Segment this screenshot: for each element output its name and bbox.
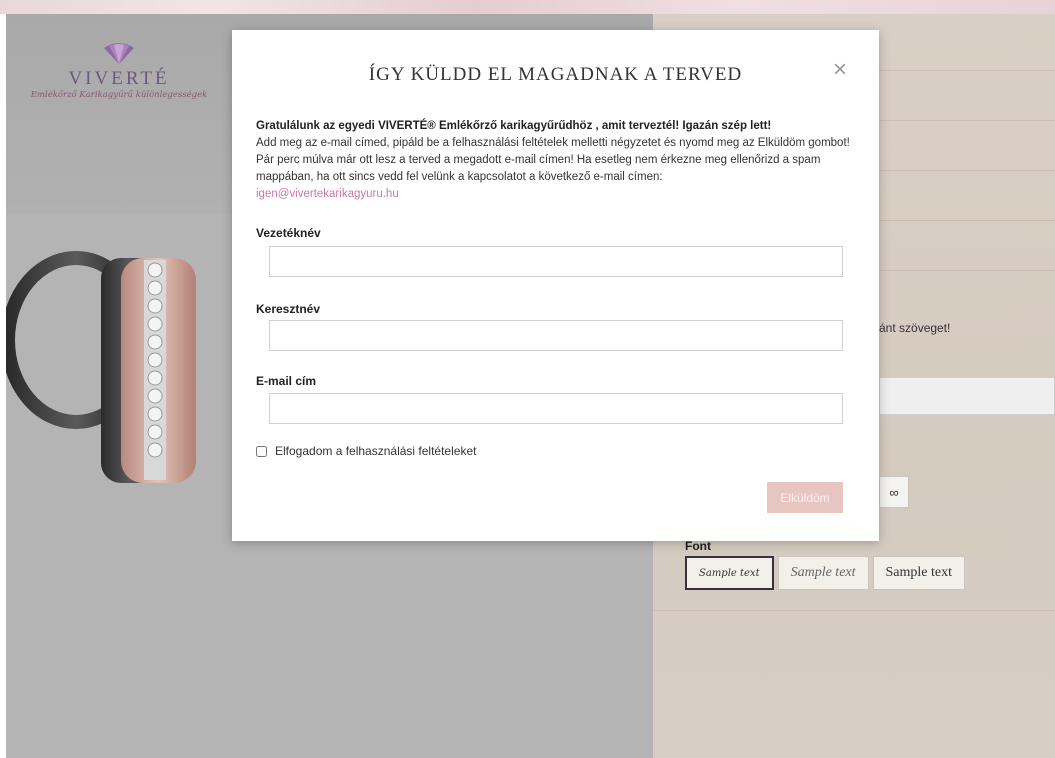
submit-button[interactable]: Elküldöm [767, 482, 843, 513]
font-option-italic[interactable]: Sample text [777, 556, 869, 590]
terms-row[interactable]: Elfogadom a felhasználási feltételeket [256, 444, 476, 458]
engraving-text-input[interactable] [879, 377, 1055, 415]
font-label: Font [685, 539, 711, 553]
firstname-label: Keresztnév [256, 302, 321, 316]
font-option-script[interactable]: Sample text [685, 556, 774, 590]
infinity-symbol-button[interactable]: ∞ [879, 476, 909, 508]
lastname-label: Vezetéknév [256, 226, 321, 240]
brand-name: VIVERTÉ [68, 68, 170, 89]
intro-lead: Gratulálunk az egyedi VIVERTÉ® Emlékőrző… [256, 120, 772, 132]
ring-preview-image [1, 240, 232, 490]
email-input[interactable] [269, 393, 843, 424]
brand-logo[interactable]: VIVERTÉ Emlékőrző Karikagyűrű különleges… [6, 40, 232, 100]
brand-tagline: Emlékőrző Karikagyűrű különlegességek [30, 90, 208, 100]
terms-label: Elfogadom a felhasználási feltételeket [275, 444, 477, 458]
close-icon[interactable]: × [826, 56, 854, 84]
decorative-header-strip [0, 0, 1055, 14]
email-label: E-mail cím [256, 374, 317, 388]
terms-checkbox[interactable] [256, 445, 267, 457]
modal-title: ÍGY KÜLDD EL MAGADNAK A TERVED [368, 64, 743, 85]
intro-text: Add meg az e-mail címed, pipáld be a fel… [256, 137, 850, 183]
lastname-input[interactable] [269, 246, 843, 277]
contact-email-link[interactable]: igen@vivertekarikagyuru.hu [256, 186, 856, 203]
modal-intro: Gratulálunk az egyedi VIVERTÉ® Emlékőrző… [256, 118, 856, 203]
send-design-modal: ÍGY KÜLDD EL MAGADNAK A TERVED × Gratulá… [232, 30, 879, 541]
font-option-serif[interactable]: Sample text [872, 556, 966, 590]
fan-logo-icon [104, 43, 134, 64]
engraving-hint-text: ánt szöveget! [879, 321, 951, 335]
firstname-input[interactable] [269, 320, 843, 351]
font-options: Sample text Sample text Sample text [685, 556, 966, 590]
